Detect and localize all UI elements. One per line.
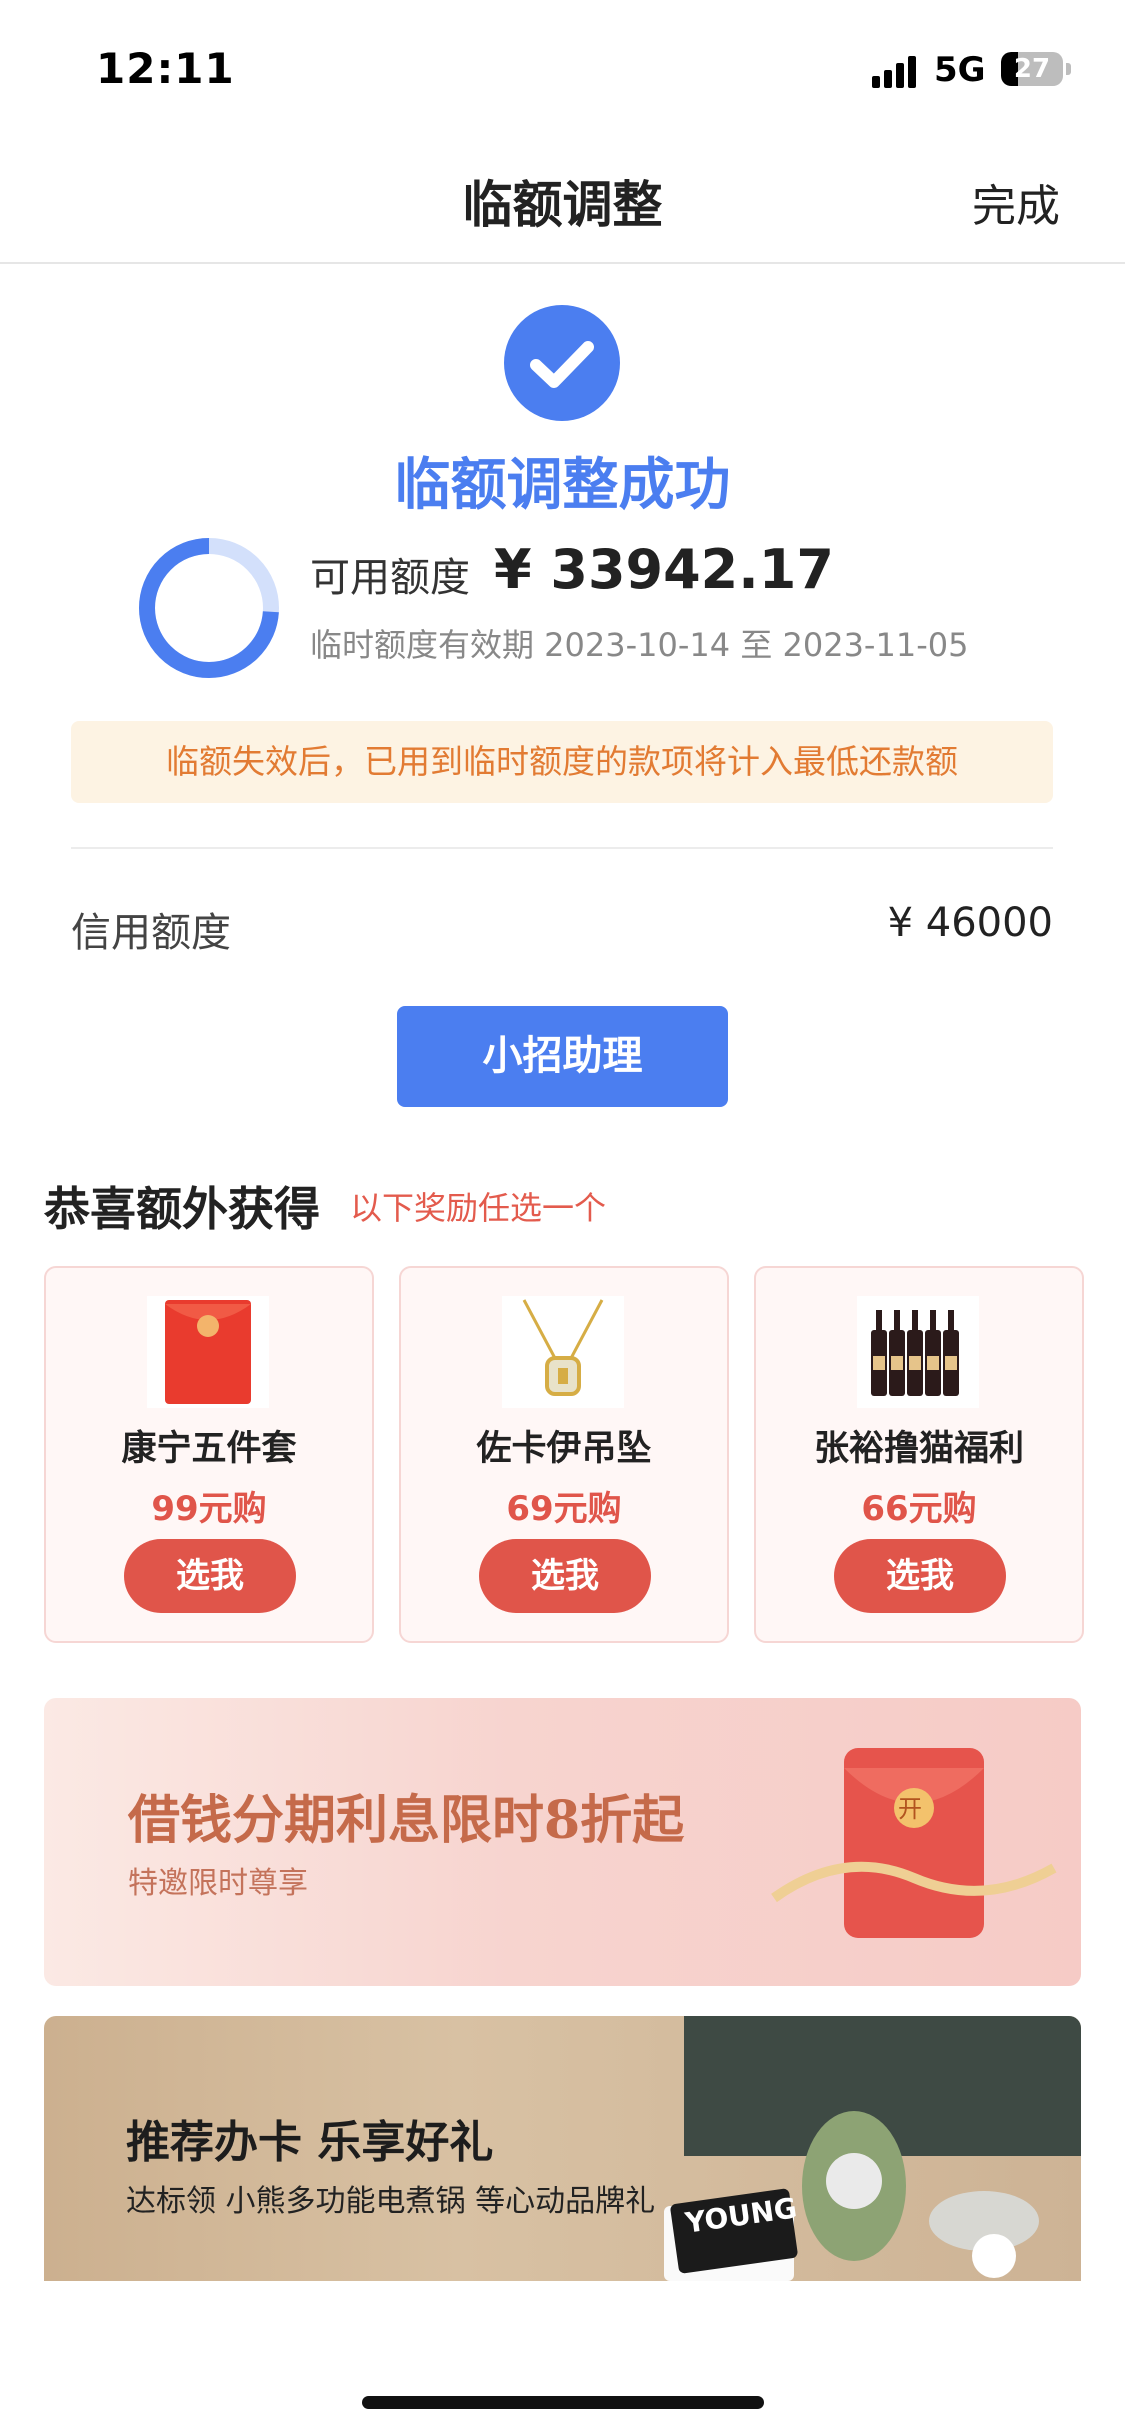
loan-promo-title: 借钱分期利息限时8折起: [128, 1790, 685, 1851]
section-divider: [71, 847, 1053, 849]
reward-card[interactable]: 康宁五件套 99元购 选我: [44, 1266, 374, 1643]
reward-price: 69元购: [506, 1489, 622, 1529]
reward-title: 恭喜额外获得: [44, 1182, 320, 1236]
reward-price: 99元购: [151, 1489, 267, 1529]
reward-name: 康宁五件套: [121, 1429, 297, 1469]
red-envelope-icon: [147, 1296, 269, 1408]
signal-icon: [872, 54, 918, 88]
card-promo-title: 推荐办卡 乐享好礼: [126, 2117, 494, 2168]
loan-promo-banner[interactable]: 借钱分期利息限时8折起 特邀限时尊享 开: [44, 1698, 1081, 1986]
credit-limit-label: 信用额度: [71, 910, 231, 956]
reward-name: 张裕撸猫福利: [813, 1429, 1024, 1469]
gift-envelope-icon: [771, 1748, 1057, 1938]
choose-button[interactable]: 选我: [479, 1539, 651, 1613]
choose-button[interactable]: 选我: [124, 1539, 296, 1613]
battery-tip: [1066, 63, 1071, 75]
card-promo-subtitle: 达标领 小熊多功能电煮锅 等心动品牌礼: [126, 2184, 656, 2219]
reward-card[interactable]: 佐卡伊吊坠 69元购 选我: [399, 1266, 729, 1643]
card-promo-banner[interactable]: 推荐办卡 乐享好礼 达标领 小熊多功能电煮锅 等心动品牌礼 YOUNG: [44, 2016, 1081, 2281]
battery-icon: 27: [1001, 52, 1063, 86]
page-title: 临额调整: [462, 176, 663, 234]
credit-usage-ring: [139, 538, 279, 678]
gift-products-icon: [664, 2111, 1039, 2281]
home-indicator[interactable]: [362, 2396, 764, 2409]
assistant-button[interactable]: 小招助理: [397, 1006, 728, 1107]
expiry-notice: 临额失效后，已用到临时额度的款项将计入最低还款额: [71, 721, 1053, 803]
success-check-icon: [504, 305, 620, 421]
status-time: 12:11: [96, 44, 235, 93]
nav-divider: [0, 262, 1125, 264]
network-type: 5G: [934, 50, 986, 90]
done-button[interactable]: 完成: [972, 170, 1060, 234]
battery-level: 27: [1013, 54, 1051, 84]
reward-card[interactable]: 张裕撸猫福利 66元购 选我: [754, 1266, 1084, 1643]
reward-price: 66元购: [861, 1489, 977, 1529]
available-credit-label: 可用额度: [310, 555, 470, 601]
available-credit-value: ¥ 33942.17: [494, 538, 834, 601]
reward-name: 佐卡伊吊坠: [476, 1429, 652, 1469]
envelope-open-char: 开: [898, 1795, 922, 1823]
temp-credit-validity: 临时额度有效期 2023-10-14 至 2023-11-05: [310, 626, 969, 664]
wine-bottles-icon: [857, 1296, 979, 1408]
loan-promo-subtitle: 特邀限时尊享: [128, 1866, 308, 1901]
credit-limit-value: ¥ 46000: [887, 900, 1053, 946]
success-title: 临额调整成功: [394, 453, 731, 518]
choose-button[interactable]: 选我: [834, 1539, 1006, 1613]
reward-subtitle: 以下奖励任选一个: [350, 1189, 607, 1227]
gold-pendant-icon: [502, 1296, 624, 1408]
